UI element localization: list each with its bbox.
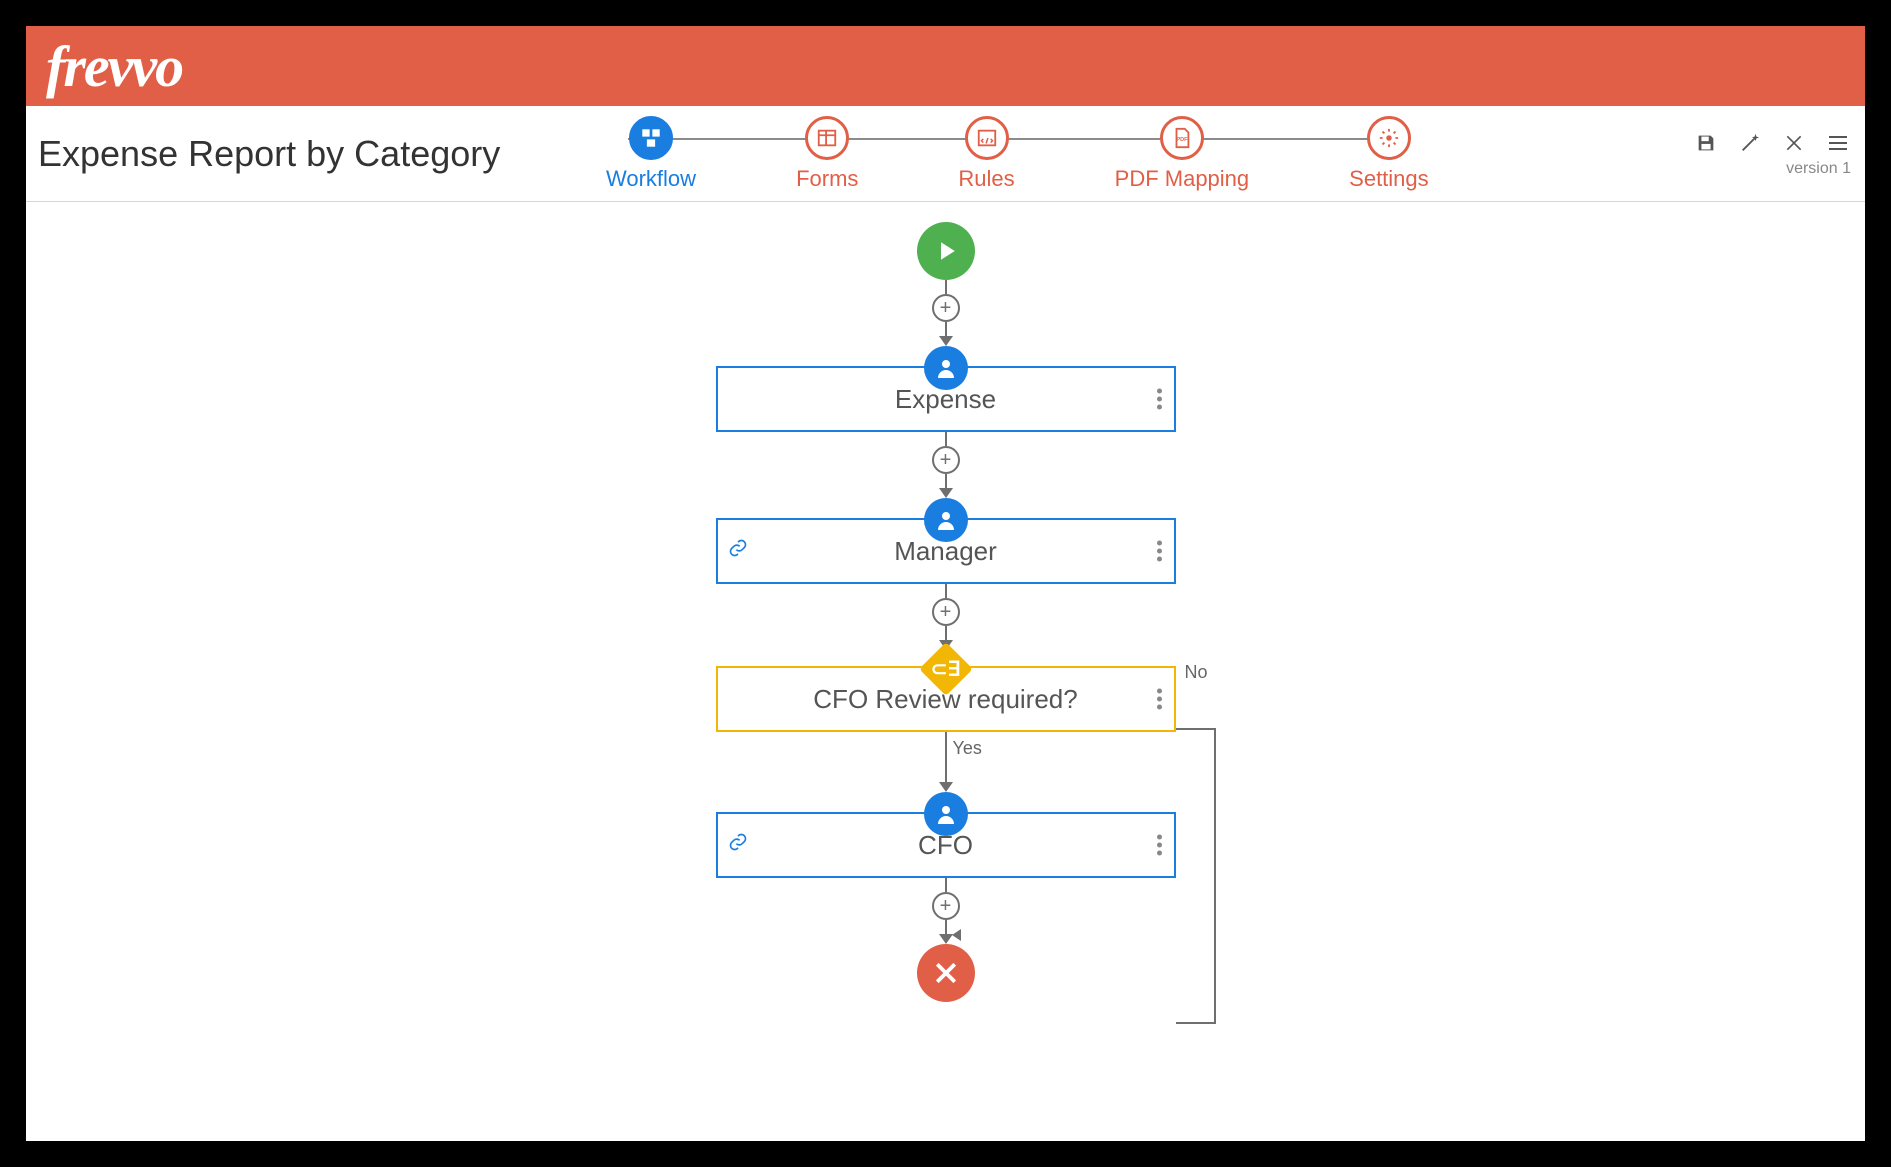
brand-bar: frevvo — [26, 26, 1865, 106]
tab-forms[interactable]: Forms — [796, 116, 858, 192]
tab-label: PDF Mapping — [1115, 166, 1250, 192]
link-icon — [728, 832, 748, 858]
version-label: version 1 — [1786, 160, 1851, 178]
tabs: Workflow Forms Rules PDF PDF Mapping — [606, 116, 1429, 192]
tab-workflow[interactable]: Workflow — [606, 116, 696, 192]
add-step-button[interactable]: + — [932, 294, 960, 322]
page-title: Expense Report by Category — [26, 133, 606, 175]
pdf-icon: PDF — [1160, 116, 1204, 160]
tab-settings[interactable]: Settings — [1349, 116, 1429, 192]
start-node[interactable] — [917, 222, 975, 280]
gear-icon — [1367, 116, 1411, 160]
step-menu-button[interactable] — [1157, 835, 1162, 856]
tab-pdf-mapping[interactable]: PDF PDF Mapping — [1115, 116, 1250, 192]
add-step-button[interactable]: + — [932, 598, 960, 626]
tab-label: Rules — [958, 166, 1014, 192]
workflow-icon — [629, 116, 673, 160]
save-icon[interactable] — [1693, 130, 1719, 156]
user-icon — [924, 346, 968, 390]
step-menu-button[interactable] — [1157, 689, 1162, 710]
tab-label: Forms — [796, 166, 858, 192]
merge-arrow — [952, 929, 961, 941]
step-menu-button[interactable] — [1157, 389, 1162, 410]
toolbar: Expense Report by Category Workflow Form… — [26, 106, 1865, 202]
toolbar-right: version 1 — [1693, 130, 1865, 178]
add-step-button[interactable]: + — [932, 892, 960, 920]
tab-label: Settings — [1349, 166, 1429, 192]
add-step-button[interactable]: + — [932, 446, 960, 474]
user-icon — [924, 792, 968, 836]
step-menu-button[interactable] — [1157, 541, 1162, 562]
app-window: frevvo Expense Report by Category Workfl… — [0, 0, 1891, 1167]
menu-icon[interactable] — [1825, 130, 1851, 156]
link-icon — [728, 538, 748, 564]
tab-label: Workflow — [606, 166, 696, 192]
close-icon[interactable] — [1781, 130, 1807, 156]
no-branch-path — [1176, 728, 1216, 1024]
svg-text:PDF: PDF — [1176, 136, 1188, 142]
tab-rules[interactable]: Rules — [958, 116, 1014, 192]
workflow-canvas[interactable]: + Expense + — [26, 202, 1865, 1141]
end-node[interactable] — [917, 944, 975, 1002]
rules-icon — [965, 116, 1009, 160]
logo: frevvo — [46, 33, 182, 100]
workflow-flow: + Expense + — [716, 222, 1176, 1002]
decision-icon: ⊂∃ — [927, 650, 965, 688]
wand-icon[interactable] — [1737, 130, 1763, 156]
branch-yes-label: Yes — [953, 738, 982, 759]
user-icon — [924, 498, 968, 542]
branch-no-label: No — [1184, 662, 1207, 683]
forms-icon — [805, 116, 849, 160]
